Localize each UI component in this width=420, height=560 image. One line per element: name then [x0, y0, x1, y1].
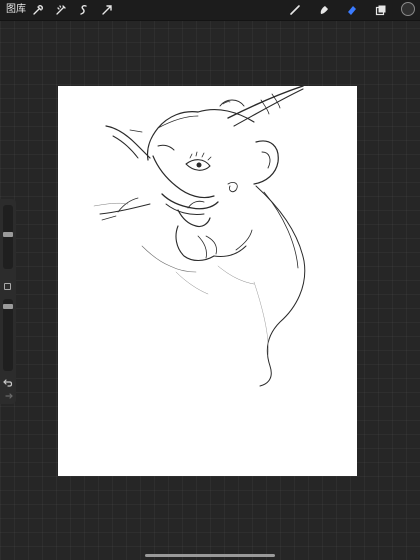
brush-icon[interactable]: [287, 2, 303, 18]
undo-icon[interactable]: [2, 377, 14, 389]
smudge-icon[interactable]: [316, 2, 332, 18]
drawing-canvas[interactable]: [58, 86, 357, 476]
color-picker[interactable]: [401, 2, 415, 16]
sketch-artwork: [93, 86, 306, 387]
top-toolbar: 图库: [0, 0, 420, 21]
brush-size-slider-thumb[interactable]: [3, 232, 13, 238]
modify-button[interactable]: [4, 283, 11, 290]
actions-icon[interactable]: [30, 2, 46, 18]
eraser-icon[interactable]: [344, 2, 360, 18]
selection-icon[interactable]: [76, 2, 92, 18]
gallery-link[interactable]: 图库: [6, 3, 26, 17]
adjustments-icon[interactable]: [53, 2, 69, 18]
transform-icon[interactable]: [99, 2, 115, 18]
left-sidebar: [0, 199, 16, 404]
layers-icon[interactable]: [373, 2, 389, 18]
opacity-slider-thumb[interactable]: [3, 303, 13, 309]
home-indicator[interactable]: [145, 554, 275, 557]
opacity-slider[interactable]: [3, 299, 13, 371]
redo-icon[interactable]: [2, 391, 14, 403]
